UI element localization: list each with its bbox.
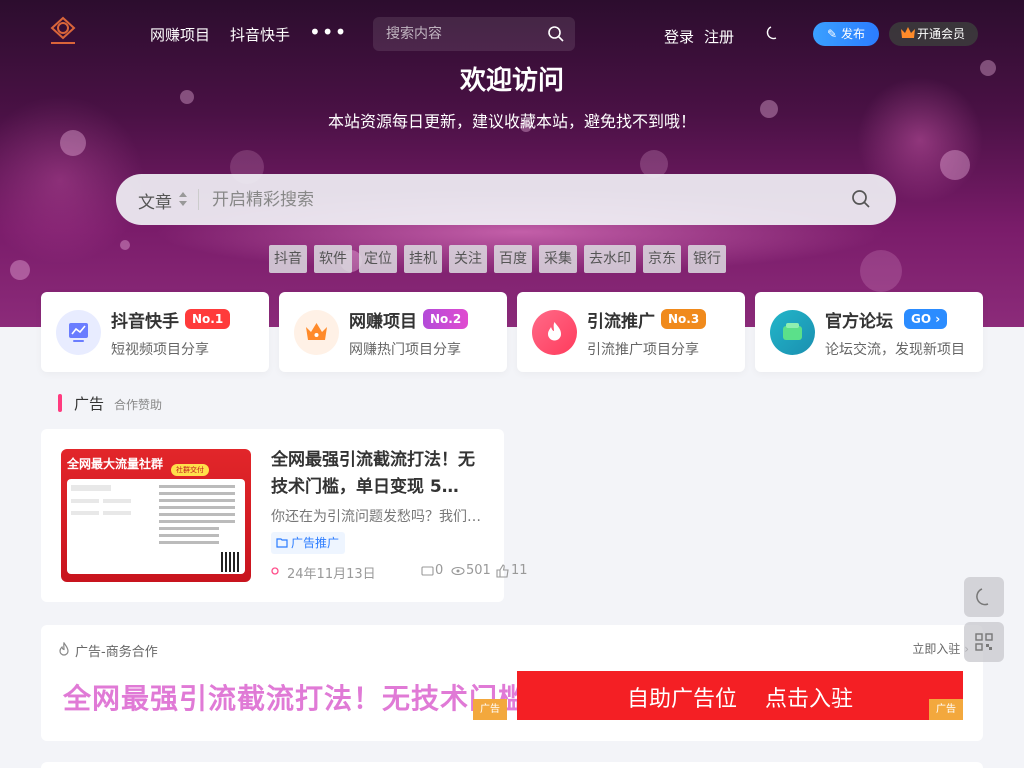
tag-item[interactable]: 挂机: [404, 245, 442, 273]
tag-item[interactable]: 百度: [494, 245, 532, 273]
register-link[interactable]: 注册: [704, 26, 734, 47]
rank-badge: No.1: [185, 309, 231, 329]
chevron-right-icon: ›: [935, 312, 941, 326]
dot-icon: [271, 563, 281, 583]
nav-item-wangzhuan[interactable]: 网赚项目: [150, 24, 210, 45]
ad-label: 广告: [473, 699, 507, 720]
category-card-yinliu[interactable]: 引流推广 No.3 引流推广项目分享: [517, 292, 745, 372]
search-icon[interactable]: [547, 25, 565, 43]
category-card-wangzhuan[interactable]: 网赚项目 No.2 网赚热门项目分享: [279, 292, 507, 372]
qr-code: [221, 552, 241, 572]
tag-item[interactable]: 银行: [688, 245, 726, 273]
eye-icon: [451, 563, 465, 583]
like-icon[interactable]: [496, 563, 509, 583]
qrcode-icon: [975, 633, 993, 651]
folder-icon: [276, 538, 288, 548]
header-search: [373, 17, 575, 51]
crown-icon: [294, 310, 339, 355]
tag-item[interactable]: 关注: [449, 245, 487, 273]
hot-tags: 抖音 软件 定位 挂机 关注 百度 采集 去水印 京东 银行: [269, 245, 726, 273]
sort-caret-icon[interactable]: [178, 191, 188, 207]
category-card-douyin[interactable]: 抖音快手 No.1 短视频项目分享: [41, 292, 269, 372]
nav-item-douyin[interactable]: 抖音快手: [230, 24, 290, 45]
ad-banner-traffic[interactable]: 全网最强引流截流打法！无技术门槛 广告: [61, 671, 526, 720]
tag-item[interactable]: 抖音: [269, 245, 307, 273]
go-badge: GO ›: [904, 309, 948, 329]
tag-item[interactable]: 京东: [643, 245, 681, 273]
header-search-input[interactable]: [373, 17, 543, 51]
rank-badge: No.2: [423, 309, 469, 329]
ad-banner-self-service[interactable]: 自助广告位 点击入驻 广告: [517, 671, 963, 720]
search-icon[interactable]: [851, 189, 871, 209]
qrcode-button[interactable]: [964, 622, 1004, 662]
site-logo[interactable]: [46, 14, 80, 48]
crown-icon: [901, 27, 915, 38]
post-title[interactable]: 全网最强引流截流打法！无技术门槛，单日变现 5…: [271, 447, 491, 501]
trend-chart-icon: [56, 310, 101, 355]
hero-search: 文章: [116, 174, 896, 225]
welcome-subtitle: 本站资源每日更新，建议收藏本站，避免找不到哦！: [327, 112, 696, 131]
next-section-card: [41, 762, 983, 768]
tag-item[interactable]: 软件: [314, 245, 352, 273]
dark-mode-icon[interactable]: [765, 25, 781, 41]
publish-button[interactable]: ✎ 发布: [813, 22, 879, 46]
search-type-select[interactable]: 文章: [138, 188, 172, 213]
pencil-icon: ✎: [827, 27, 838, 41]
post-date: 24年11月13日: [287, 567, 376, 582]
top-navigation: 网赚项目 抖音快手 ••• 登录 注册 ✎ 发布 开通会员: [0, 0, 1024, 68]
view-count: 501: [466, 563, 491, 578]
comment-count: 0: [435, 563, 444, 578]
post-thumbnail[interactable]: 全网最大流量社群 社群交付 联系微信：cxkj995 cxkjs9999: [61, 449, 251, 582]
business-ad-section: 广告-商务合作 立即入驻 › 全网最强引流截流打法！无技术门槛 广告 自助广告位…: [41, 625, 983, 741]
like-count: 11: [511, 563, 528, 578]
comment-icon: [421, 563, 434, 583]
rank-badge: No.3: [661, 309, 707, 329]
tag-item[interactable]: 定位: [359, 245, 397, 273]
business-ad-title: 广告-商务合作: [75, 645, 158, 660]
post-category-tag[interactable]: 广告推广: [271, 532, 346, 554]
welcome-title: 欢迎访问: [459, 66, 564, 96]
category-card-forum[interactable]: 官方论坛 GO › 论坛交流，发现新项目: [755, 292, 983, 372]
post-excerpt: 你还在为引流问题发愁吗？我们…: [271, 509, 481, 525]
fire-icon: [59, 642, 69, 656]
ad-label: 广告: [929, 699, 963, 720]
moon-icon: [976, 588, 989, 606]
vip-button[interactable]: 开通会员: [889, 22, 978, 46]
nav-more-icon[interactable]: •••: [309, 20, 347, 44]
hero-search-input[interactable]: [208, 174, 828, 225]
theme-toggle-button[interactable]: [964, 577, 1004, 617]
forum-icon: [770, 310, 815, 355]
join-link[interactable]: 立即入驻 ›: [912, 640, 969, 657]
login-link[interactable]: 登录: [664, 26, 694, 47]
post-card[interactable]: 全网最大流量社群 社群交付 联系微信：cxkj995 cxkjs9999 全网最…: [41, 429, 528, 602]
fire-icon: [532, 310, 577, 355]
tag-item[interactable]: 去水印: [584, 245, 636, 273]
tag-item[interactable]: 采集: [539, 245, 577, 273]
